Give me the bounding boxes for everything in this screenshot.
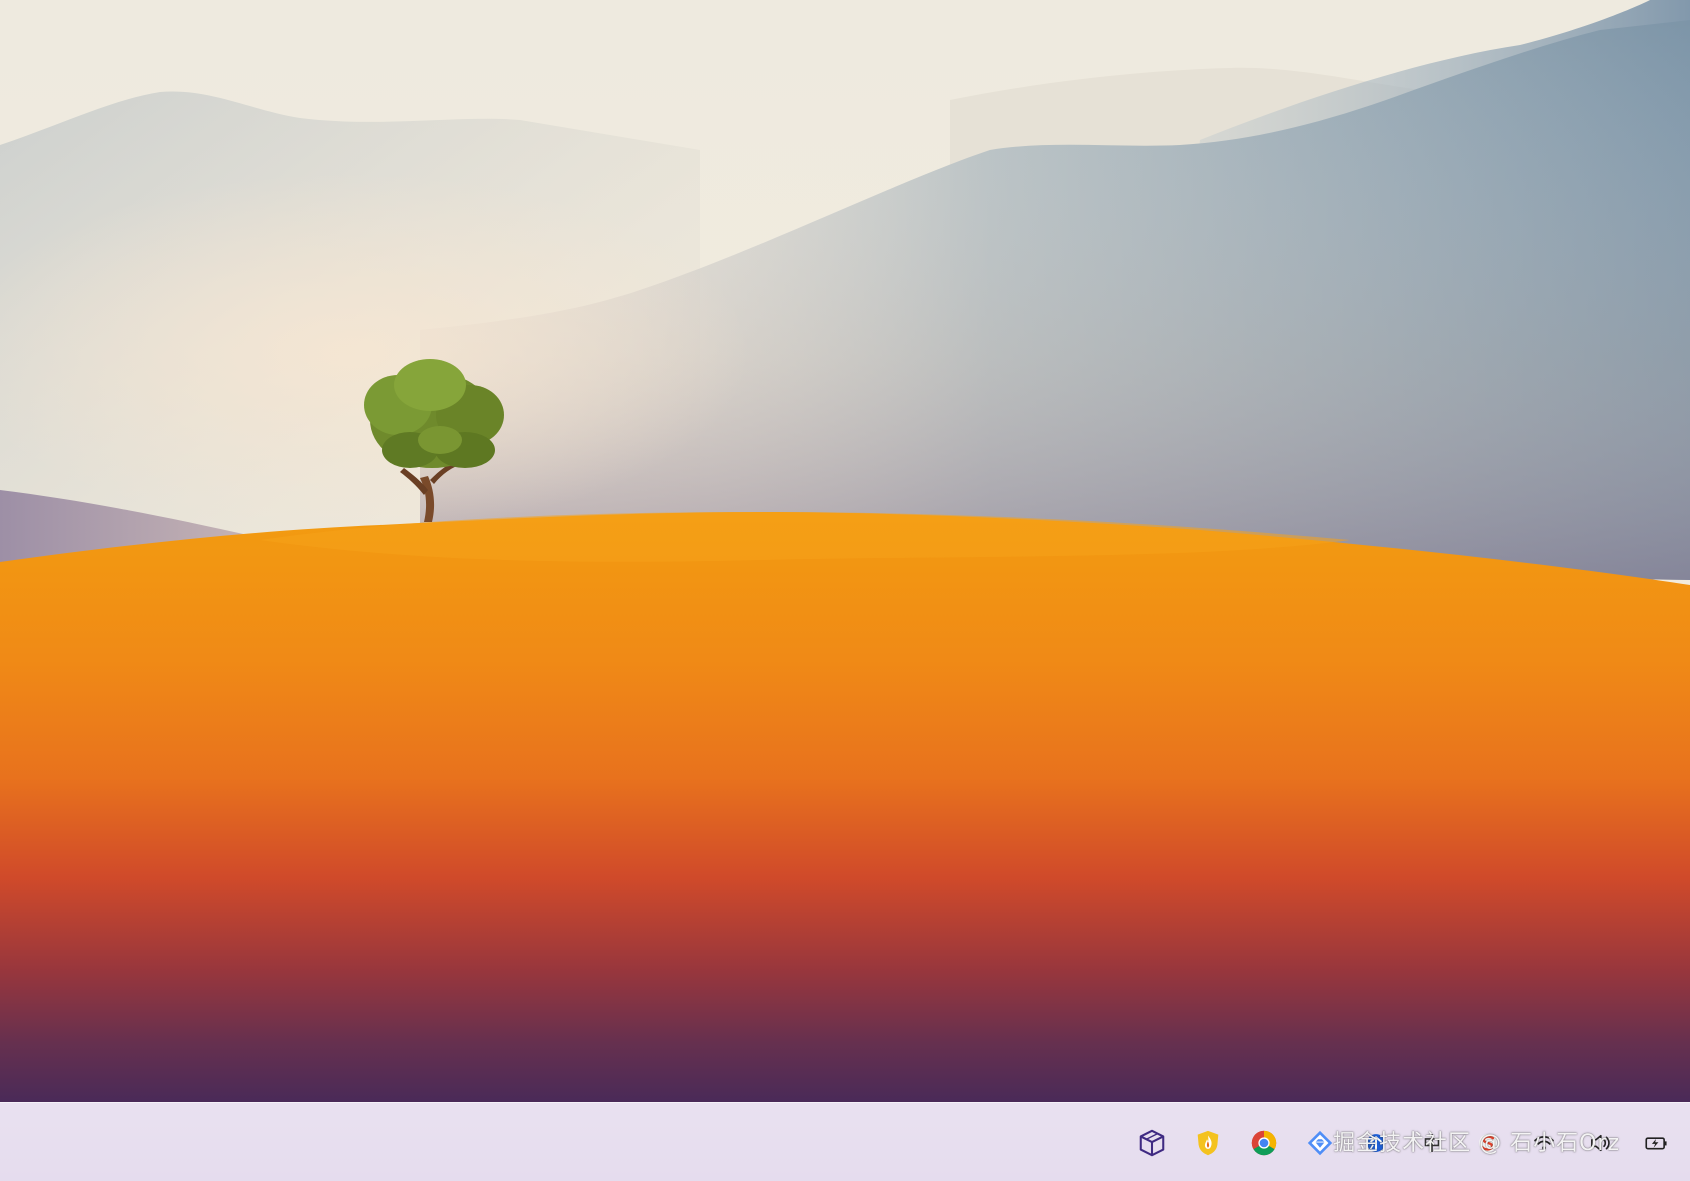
network-icon[interactable] [1358, 1125, 1394, 1161]
speaker-icon[interactable] [1582, 1125, 1618, 1161]
system-tray [1134, 1103, 1674, 1181]
chrome-icon[interactable] [1246, 1125, 1282, 1161]
diamond-gem-icon[interactable] [1302, 1125, 1338, 1161]
battery-icon[interactable] [1638, 1125, 1674, 1161]
input-method-icon[interactable] [1414, 1125, 1450, 1161]
cube-icon[interactable] [1134, 1125, 1170, 1161]
app-s-icon[interactable] [1470, 1125, 1506, 1161]
desktop-screen: 掘金技术社区 @ 石小石Orz [0, 0, 1690, 1181]
shield-flame-icon[interactable] [1190, 1125, 1226, 1161]
taskbar: 掘金技术社区 @ 石小石Orz [0, 1102, 1690, 1181]
desktop-wallpaper [0, 0, 1690, 1102]
wifi-icon[interactable] [1526, 1125, 1562, 1161]
